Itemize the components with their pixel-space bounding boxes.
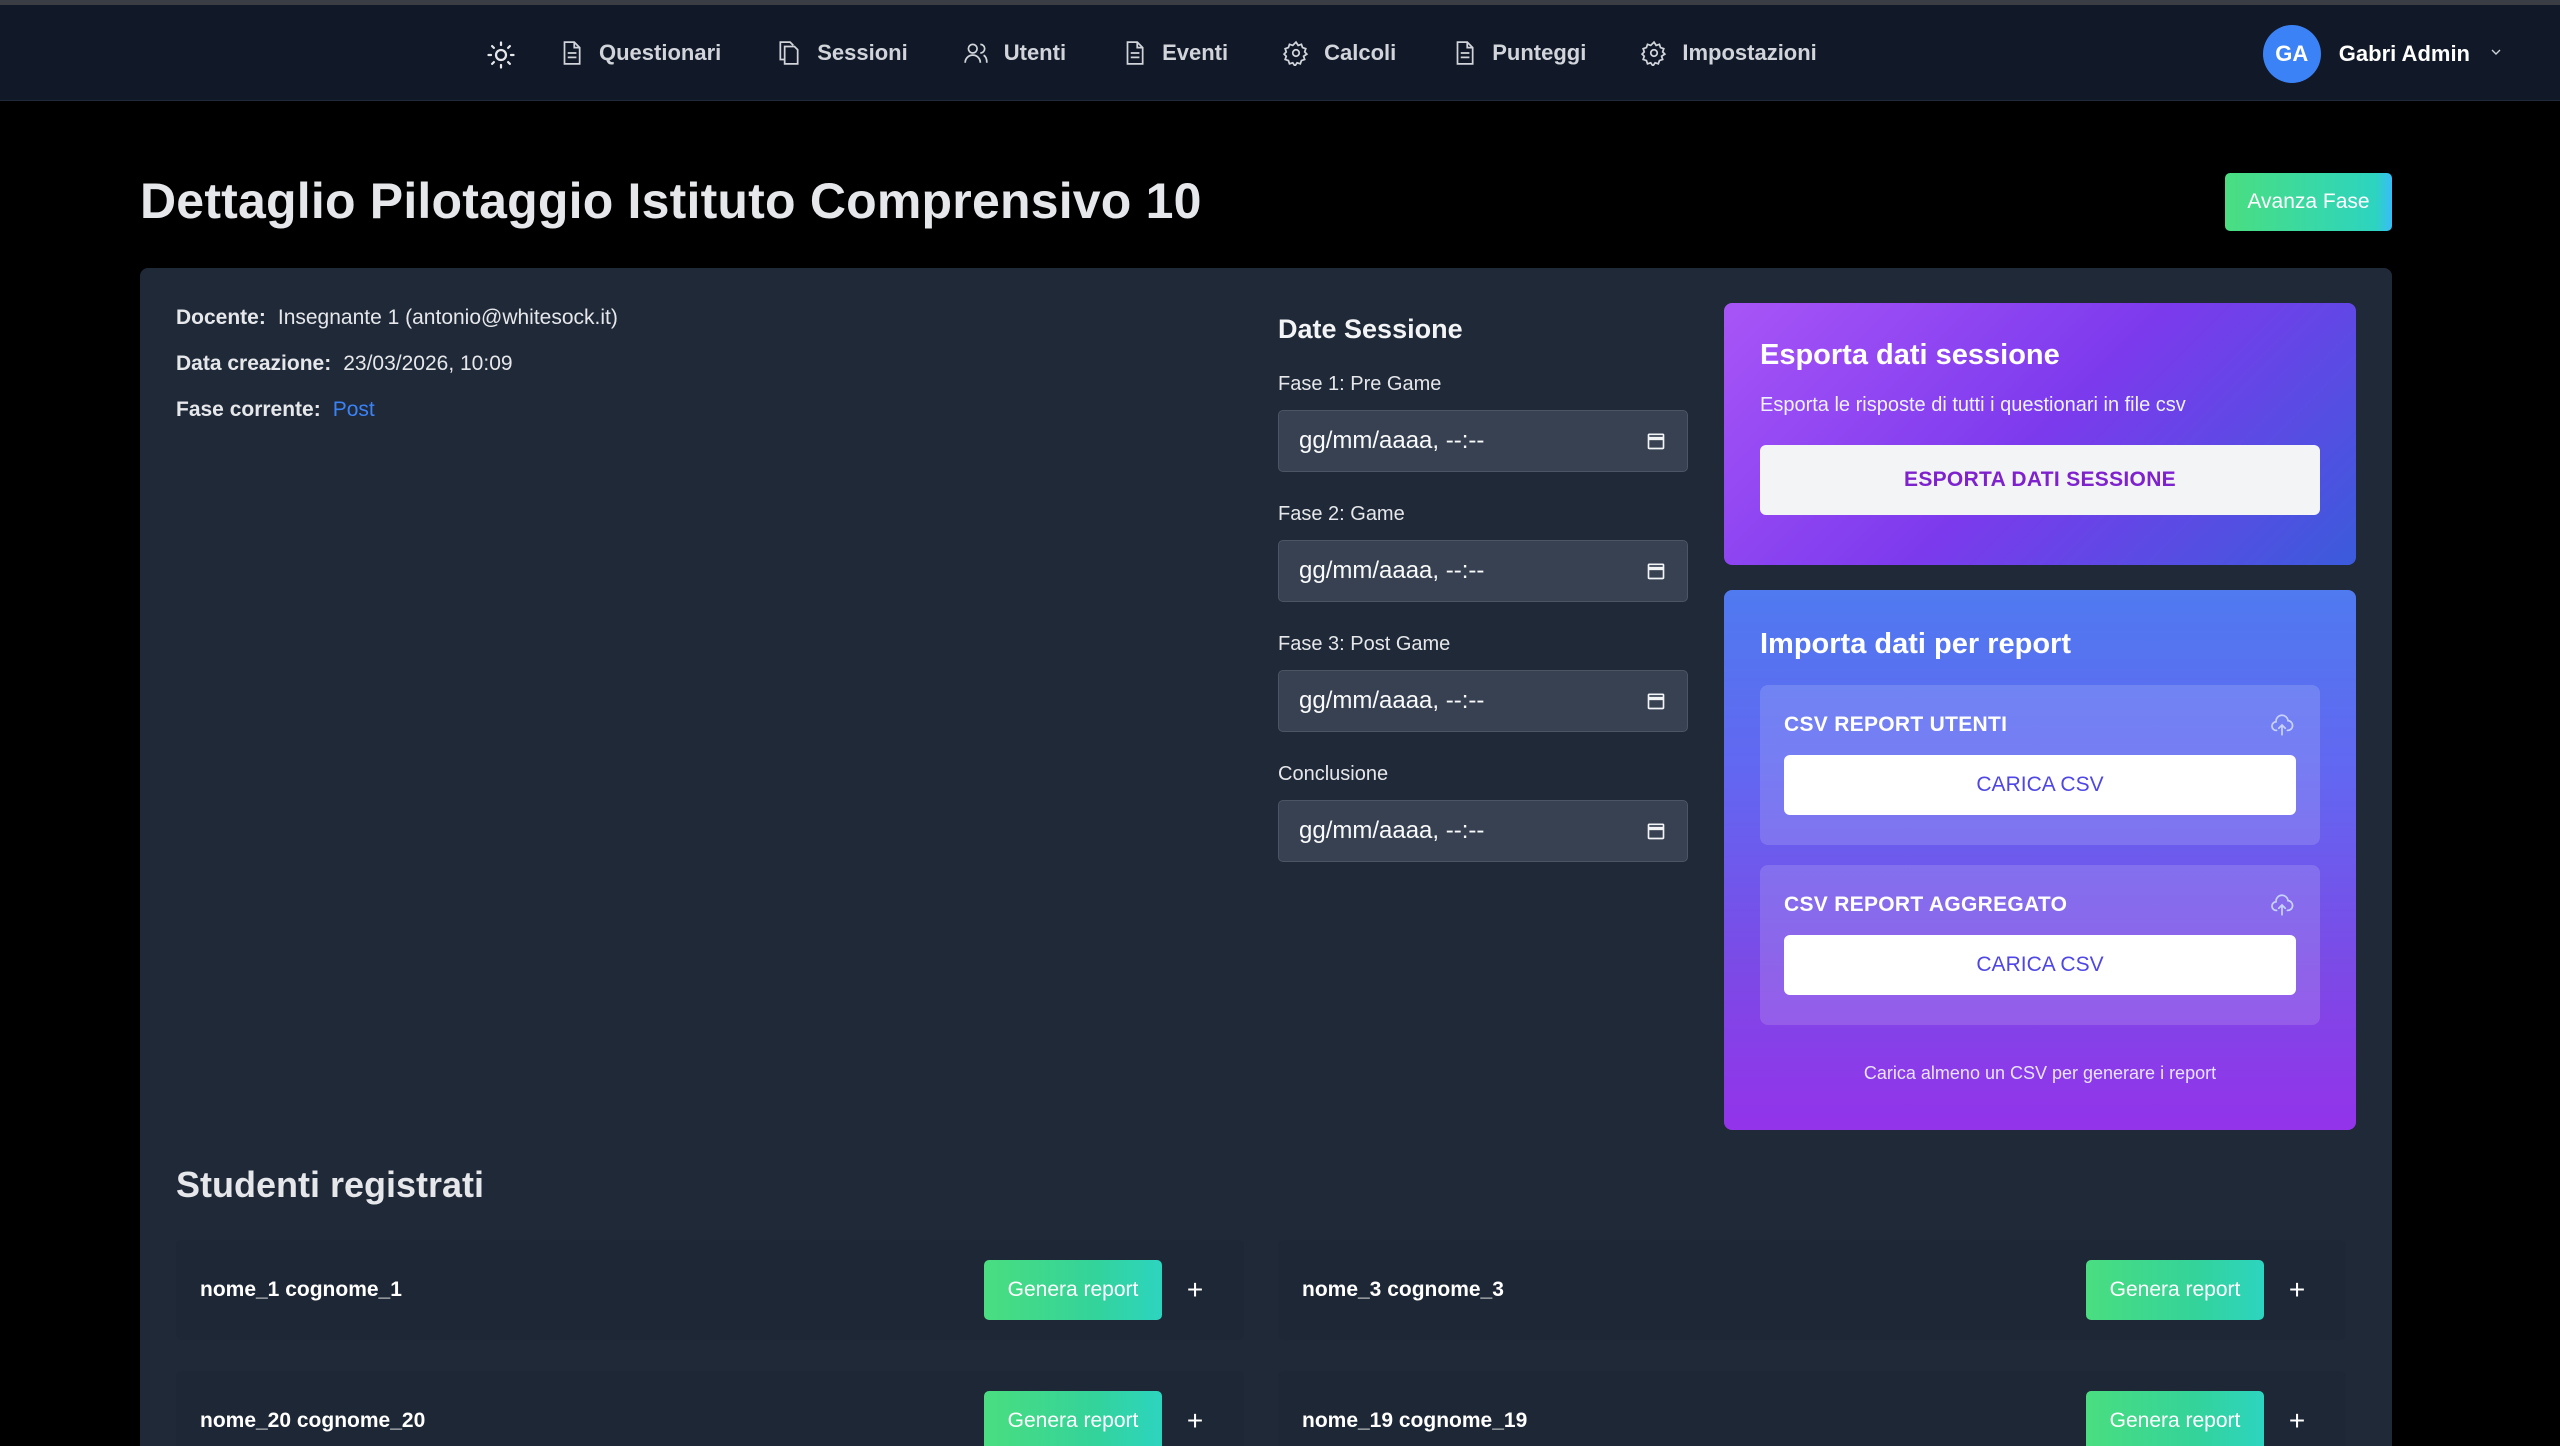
advance-phase-button[interactable]: Avanza Fase bbox=[2225, 173, 2392, 231]
created-label: Data creazione: bbox=[176, 352, 332, 375]
sun-icon[interactable] bbox=[484, 38, 518, 72]
user-name: Gabri Admin bbox=[2338, 41, 2470, 66]
aggregate-csv-card: CSV REPORT AGGREGATO CARICA CSV bbox=[1760, 865, 2320, 1025]
date-input-game[interactable]: gg/mm/aaaa, --:-- bbox=[1278, 540, 1688, 602]
teacher-label: Docente: bbox=[176, 306, 266, 329]
phase-value: Post bbox=[332, 398, 375, 421]
nav-label: Sessioni bbox=[817, 40, 908, 65]
nav-item-questionari[interactable]: Questionari bbox=[556, 38, 721, 68]
phase-row: Fase corrente: Post bbox=[176, 398, 618, 444]
nav-item-utenti[interactable]: Utenti bbox=[961, 38, 1066, 68]
date-input-pre-game[interactable]: gg/mm/aaaa, --:-- bbox=[1278, 410, 1688, 472]
cloud-upload-icon bbox=[2268, 891, 2296, 919]
student-card: nome_19 cognome_19 Genera report + bbox=[1278, 1371, 2346, 1446]
date-placeholder: gg/mm/aaaa, --:-- bbox=[1299, 557, 1485, 584]
users-csv-title: CSV REPORT UTENTI bbox=[1784, 713, 2008, 736]
students-title: Studenti registrati bbox=[176, 1164, 485, 1205]
date-placeholder: gg/mm/aaaa, --:-- bbox=[1299, 817, 1485, 844]
export-title: Esporta dati sessione bbox=[1760, 339, 2060, 371]
created-value: 23/03/2026, 10:09 bbox=[343, 352, 513, 375]
generate-report-button[interactable]: Genera report bbox=[2086, 1260, 2264, 1320]
nav-label: Punteggi bbox=[1492, 40, 1587, 65]
date-label-conclusion: Conclusione bbox=[1278, 763, 1389, 785]
student-name: nome_19 cognome_19 bbox=[1302, 1409, 1528, 1432]
expand-plus-icon[interactable]: + bbox=[2272, 1391, 2322, 1446]
generate-report-button[interactable]: Genera report bbox=[984, 1260, 1162, 1320]
expand-plus-icon[interactable]: + bbox=[1170, 1260, 1220, 1320]
dates-title: Date Sessione bbox=[1278, 314, 1463, 344]
nav-label: Utenti bbox=[1003, 40, 1067, 65]
date-label-pre-game: Fase 1: Pre Game bbox=[1278, 373, 1442, 395]
student-card: nome_3 cognome_3 Genera report + bbox=[1278, 1240, 2346, 1340]
date-input-conclusion[interactable]: gg/mm/aaaa, --:-- bbox=[1278, 800, 1688, 862]
cloud-upload-icon bbox=[2268, 711, 2296, 739]
calendar-icon[interactable] bbox=[1645, 690, 1667, 712]
student-name: nome_1 cognome_1 bbox=[200, 1278, 402, 1301]
nav-item-sessioni[interactable]: Sessioni bbox=[774, 38, 908, 68]
aggregate-csv-title: CSV REPORT AGGREGATO bbox=[1784, 893, 2068, 916]
nav-label: Eventi bbox=[1162, 40, 1229, 65]
users-icon bbox=[961, 38, 991, 68]
nav-label: Impostazioni bbox=[1682, 40, 1817, 65]
session-detail-card: Docente: Insegnante 1 (antonio@whitesock… bbox=[140, 268, 2392, 1446]
upload-aggregate-csv-button[interactable]: CARICA CSV bbox=[1784, 935, 2296, 995]
nav-label: Questionari bbox=[599, 40, 722, 65]
calendar-icon[interactable] bbox=[1645, 560, 1667, 582]
gear-icon bbox=[1639, 38, 1669, 68]
session-info: Docente: Insegnante 1 (antonio@whitesock… bbox=[176, 306, 618, 444]
expand-plus-icon[interactable]: + bbox=[2272, 1260, 2322, 1320]
gear-icon bbox=[1281, 38, 1311, 68]
generate-report-button[interactable]: Genera report bbox=[984, 1391, 1162, 1446]
export-subtitle: Esporta le risposte di tutti i questiona… bbox=[1760, 394, 2186, 416]
expand-plus-icon[interactable]: + bbox=[1170, 1391, 1220, 1446]
teacher-value: Insegnante 1 (antonio@whitesock.it) bbox=[277, 306, 618, 329]
document-icon bbox=[556, 38, 586, 68]
generate-report-button[interactable]: Genera report bbox=[2086, 1391, 2264, 1446]
created-row: Data creazione: 23/03/2026, 10:09 bbox=[176, 352, 618, 398]
export-session-button[interactable]: ESPORTA DATI SESSIONE bbox=[1760, 445, 2320, 515]
calendar-icon[interactable] bbox=[1645, 820, 1667, 842]
top-navbar: Questionari Sessioni Utenti Eventi Calco… bbox=[0, 5, 2560, 101]
user-menu[interactable]: GA Gabri Admin bbox=[2262, 25, 2504, 83]
nav-item-impostazioni[interactable]: Impostazioni bbox=[1639, 38, 1817, 68]
nav-label: Calcoli bbox=[1324, 40, 1397, 65]
users-csv-card: CSV REPORT UTENTI CARICA CSV bbox=[1760, 685, 2320, 845]
date-label-game: Fase 2: Game bbox=[1278, 503, 1405, 525]
date-placeholder: gg/mm/aaaa, --:-- bbox=[1299, 427, 1485, 454]
calendar-icon[interactable] bbox=[1645, 430, 1667, 452]
import-title: Importa dati per report bbox=[1760, 628, 2071, 660]
teacher-row: Docente: Insegnante 1 (antonio@whitesock… bbox=[176, 306, 618, 352]
import-note: Carica almeno un CSV per generare i repo… bbox=[1863, 1063, 2217, 1083]
page-title: Dettaglio Pilotaggio Istituto Comprensiv… bbox=[140, 173, 1202, 229]
import-report-card: Importa dati per report CSV REPORT UTENT… bbox=[1724, 590, 2356, 1130]
nav-item-calcoli[interactable]: Calcoli bbox=[1281, 38, 1396, 68]
export-session-card: Esporta dati sessione Esporta le rispost… bbox=[1724, 303, 2356, 565]
main-nav: Questionari Sessioni Utenti Eventi Calco… bbox=[556, 5, 1870, 101]
phase-label: Fase corrente: bbox=[176, 398, 321, 421]
date-placeholder: gg/mm/aaaa, --:-- bbox=[1299, 687, 1485, 714]
document-icon bbox=[1449, 38, 1479, 68]
document-icon bbox=[1119, 38, 1149, 68]
nav-item-punteggi[interactable]: Punteggi bbox=[1449, 38, 1586, 68]
student-card: nome_20 cognome_20 Genera report + bbox=[176, 1371, 1244, 1446]
student-card: nome_1 cognome_1 Genera report + bbox=[176, 1240, 1244, 1340]
nav-item-eventi[interactable]: Eventi bbox=[1119, 38, 1228, 68]
copy-icon bbox=[774, 38, 804, 68]
chevron-down-icon bbox=[2488, 44, 2504, 65]
student-name: nome_3 cognome_3 bbox=[1302, 1278, 1504, 1301]
avatar: GA bbox=[2262, 25, 2321, 83]
date-label-post-game: Fase 3: Post Game bbox=[1278, 633, 1451, 655]
session-dates: Date Sessione Fase 1: Pre Game gg/mm/aaa… bbox=[1278, 308, 1688, 893]
upload-users-csv-button[interactable]: CARICA CSV bbox=[1784, 755, 2296, 815]
date-input-post-game[interactable]: gg/mm/aaaa, --:-- bbox=[1278, 670, 1688, 732]
student-name: nome_20 cognome_20 bbox=[200, 1409, 426, 1432]
